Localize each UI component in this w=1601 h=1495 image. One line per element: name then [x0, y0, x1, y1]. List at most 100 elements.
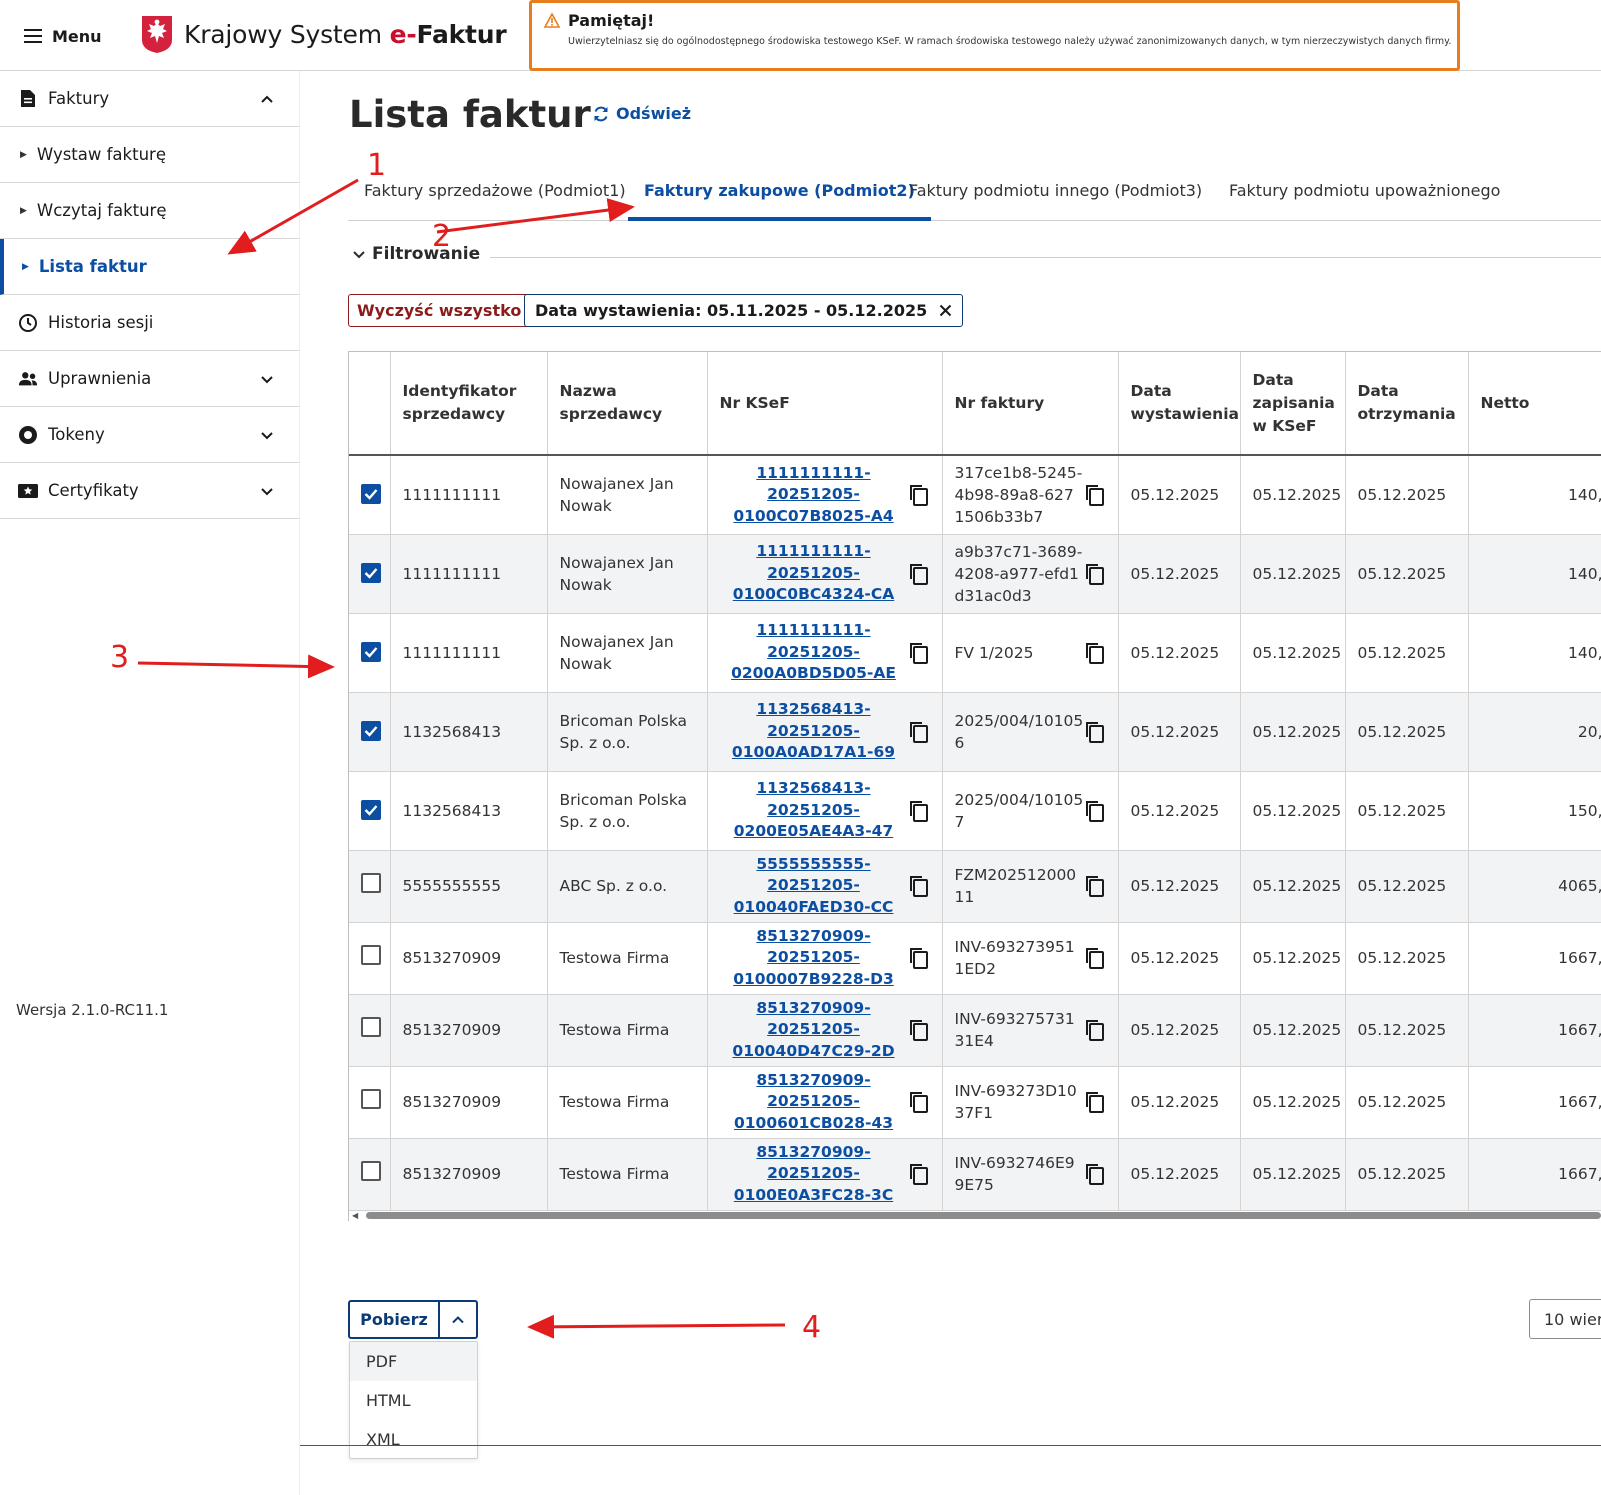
tab-sprzedazowe[interactable]: Faktury sprzedażowe (Podmiot1) — [348, 181, 642, 221]
menu-button[interactable]: Menu — [24, 22, 102, 50]
date-filter-chip[interactable]: Data wystawienia: 05.11.2025 - 05.12.202… — [524, 294, 964, 327]
table-row[interactable]: 8513270909 Testowa Firma 8513270909-202512… — [349, 1066, 1601, 1139]
sidebar-item-certyfikaty[interactable]: Certyfikaty — [0, 463, 299, 519]
copy-icon[interactable] — [1084, 641, 1106, 665]
tab-zakupowe[interactable]: Faktury zakupowe (Podmiot2) — [628, 181, 931, 221]
token-icon — [18, 425, 38, 445]
row-checkbox[interactable] — [361, 799, 381, 820]
net-amount: 150,06 P — [1468, 771, 1601, 851]
sidebar-item-tokeny[interactable]: Tokeny — [0, 407, 299, 463]
row-checkbox[interactable] — [361, 483, 381, 504]
copy-icon[interactable] — [1084, 1090, 1106, 1114]
copy-icon[interactable] — [908, 1162, 930, 1186]
sidebar-item-faktury[interactable]: Faktury — [0, 71, 299, 127]
sidebar-item-wystaw-fakture[interactable]: ▶ Wystaw fakturę — [0, 127, 299, 183]
row-checkbox[interactable] — [361, 945, 381, 965]
ksef-number-link[interactable]: 8513270909-20251205-0100007B9228-D3 — [720, 926, 908, 991]
header-saved-date[interactable]: Data zapisania w KSeF — [1240, 352, 1346, 456]
row-checkbox[interactable] — [361, 873, 381, 893]
clear-all-filters-button[interactable]: Wyczyść wszystko — [348, 294, 531, 327]
ksef-number-link[interactable]: 8513270909-20251205-010040D47C29-2D — [720, 998, 908, 1063]
table-row[interactable]: 1132568413 Bricoman Polska Sp. z o.o. 1132… — [349, 692, 1601, 772]
header-invoice-number[interactable]: Nr faktury — [942, 352, 1119, 456]
copy-icon[interactable] — [1084, 720, 1106, 744]
sidebar-item-label: Historia sesji — [48, 313, 154, 332]
copy-icon[interactable] — [908, 799, 930, 823]
sidebar-item-lista-faktur[interactable]: ▶ Lista faktur — [0, 239, 299, 295]
copy-icon[interactable] — [1084, 1018, 1106, 1042]
table-row[interactable]: 8513270909 Testowa Firma 8513270909-202512… — [349, 1138, 1601, 1211]
header-received-date[interactable]: Data otrzymania — [1345, 352, 1469, 456]
copy-icon[interactable] — [1084, 946, 1106, 970]
scroll-left-icon[interactable]: ◀ — [352, 1211, 358, 1220]
scrollbar-thumb[interactable] — [366, 1212, 1601, 1219]
copy-icon[interactable] — [908, 946, 930, 970]
row-checkbox[interactable] — [361, 1017, 381, 1037]
copy-icon[interactable] — [908, 1090, 930, 1114]
ksef-number-link[interactable]: 1132568413-20251205-0100A0AD17A1-69 — [720, 699, 908, 764]
download-option-xml[interactable]: XML — [350, 1420, 477, 1459]
copy-icon[interactable] — [1084, 799, 1106, 823]
refresh-button[interactable]: Odśwież — [592, 104, 691, 123]
ksef-number-link[interactable]: 1111111111-20251205-0200A0BD5D05-AE — [720, 620, 908, 685]
net-amount: 20,24 P — [1468, 692, 1601, 772]
table-row[interactable]: 8513270909 Testowa Firma 8513270909-202512… — [349, 922, 1601, 995]
issue-date: 05.12.2025 — [1118, 613, 1241, 693]
brand-logo[interactable]: Krajowy System e-Faktur — [140, 14, 507, 54]
sidebar-item-wczytaj-fakture[interactable]: ▶ Wczytaj fakturę — [0, 183, 299, 239]
row-checkbox[interactable] — [361, 720, 381, 741]
ksef-number-link[interactable]: 5555555555-20251205-010040FAED30-CC — [720, 854, 908, 919]
copy-icon[interactable] — [908, 720, 930, 744]
table-header-row: Identyfikator sprzedawcy Nazwa sprzedawc… — [349, 352, 1601, 456]
close-icon[interactable] — [939, 304, 952, 317]
ksef-number-link[interactable]: 8513270909-20251205-0100E0A3FC28-3C — [720, 1142, 908, 1207]
row-checkbox[interactable] — [361, 1089, 381, 1109]
saved-date: 05.12.2025 — [1240, 994, 1346, 1067]
copy-icon[interactable] — [1084, 483, 1106, 507]
copy-icon[interactable] — [1084, 562, 1106, 586]
copy-icon[interactable] — [908, 562, 930, 586]
row-checkbox[interactable] — [361, 562, 381, 583]
header-issue-date[interactable]: Data wystawienia — [1118, 352, 1241, 456]
ksef-cell: 8513270909-20251205-0100E0A3FC28-3C — [707, 1138, 943, 1211]
horizontal-scrollbar[interactable]: ◀ — [348, 1209, 1601, 1221]
sidebar-item-uprawnienia[interactable]: Uprawnienia — [0, 351, 299, 407]
invoice-number-cell: INV-69327573131E4 — [942, 994, 1119, 1067]
tab-podmiot-upowazniony[interactable]: Faktury podmiotu upoważnionego — [1213, 181, 1516, 221]
table-row[interactable]: 1111111111 Nowajanex Jan Nowak 1111111111-… — [349, 534, 1601, 614]
download-option-pdf[interactable]: PDF — [350, 1342, 477, 1381]
download-button[interactable]: Pobierz — [350, 1302, 440, 1337]
ksef-cell: 1132568413-20251205-0100A0AD17A1-69 — [707, 692, 943, 772]
ksef-number-link[interactable]: 1111111111-20251205-0100C0BC4324-CA — [720, 541, 908, 606]
issue-date: 05.12.2025 — [1118, 1138, 1241, 1211]
table-row[interactable]: 1111111111 Nowajanex Jan Nowak 1111111111-… — [349, 613, 1601, 693]
select-cell — [349, 922, 391, 995]
copy-icon[interactable] — [1084, 1162, 1106, 1186]
rows-per-page-select[interactable]: 10 wier — [1529, 1299, 1601, 1339]
download-option-html[interactable]: HTML — [350, 1381, 477, 1420]
table-row[interactable]: 5555555555 ABC Sp. z o.o. 5555555555-20251… — [349, 850, 1601, 923]
copy-icon[interactable] — [908, 874, 930, 898]
header-ksef-number[interactable]: Nr KSeF — [707, 352, 943, 456]
tab-podmiot-inny[interactable]: Faktury podmiotu innego (Podmiot3) — [893, 181, 1218, 221]
triangle-right-icon: ▶ — [20, 149, 27, 160]
ksef-number-link[interactable]: 1132568413-20251205-0200E05AE4A3-47 — [720, 778, 908, 843]
header-net-amount[interactable]: Netto — [1468, 352, 1601, 456]
copy-icon[interactable] — [908, 483, 930, 507]
sidebar-item-historia-sesji[interactable]: Historia sesji — [0, 295, 299, 351]
copy-icon[interactable] — [1084, 874, 1106, 898]
row-checkbox[interactable] — [361, 641, 381, 662]
filter-toggle[interactable]: Filtrowanie — [352, 244, 480, 264]
ksef-number-link[interactable]: 8513270909-20251205-0100601CB028-43 — [720, 1070, 908, 1135]
header-seller-id[interactable]: Identyfikator sprzedawcy — [390, 352, 548, 456]
table-row[interactable]: 1111111111 Nowajanex Jan Nowak 1111111111-… — [349, 455, 1601, 535]
header-seller-name[interactable]: Nazwa sprzedawcy — [547, 352, 708, 456]
row-checkbox[interactable] — [361, 1161, 381, 1181]
issue-date: 05.12.2025 — [1118, 1066, 1241, 1139]
table-row[interactable]: 1132568413 Bricoman Polska Sp. z o.o. 1132… — [349, 771, 1601, 851]
download-toggle[interactable] — [440, 1302, 476, 1337]
copy-icon[interactable] — [908, 1018, 930, 1042]
table-row[interactable]: 8513270909 Testowa Firma 8513270909-202512… — [349, 994, 1601, 1067]
copy-icon[interactable] — [908, 641, 930, 665]
ksef-number-link[interactable]: 1111111111-20251205-0100C07B8025-A4 — [720, 463, 908, 528]
